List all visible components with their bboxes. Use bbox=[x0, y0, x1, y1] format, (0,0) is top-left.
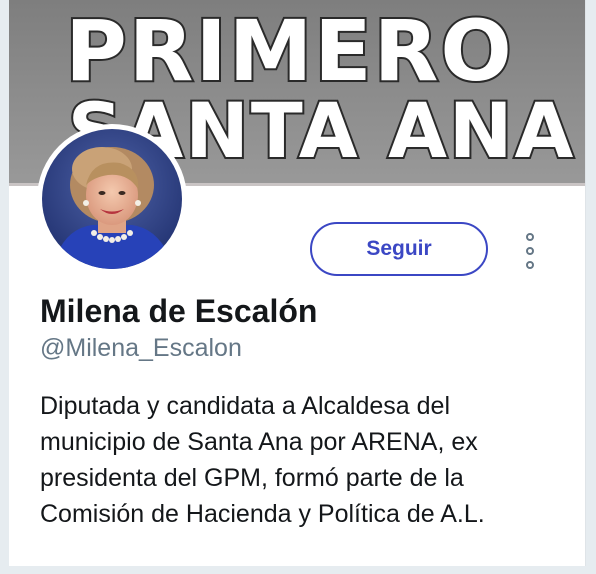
more-vertical-icon[interactable] bbox=[519, 233, 541, 269]
avatar-photo bbox=[42, 129, 182, 269]
avatar[interactable] bbox=[37, 124, 187, 274]
more-dot bbox=[526, 247, 534, 255]
profile-handle[interactable]: @Milena_Escalon bbox=[40, 334, 242, 363]
profile-bio: Diputada y candidata a Alcaldesa del mun… bbox=[40, 392, 485, 528]
profile-card: PRIMERO SANTA ANA Seguir Milena de Escal… bbox=[9, 0, 586, 566]
more-dot bbox=[526, 233, 534, 241]
more-dot bbox=[526, 261, 534, 269]
profile-name: Milena de Escalón bbox=[40, 293, 318, 329]
follow-button[interactable]: Seguir bbox=[310, 222, 488, 276]
